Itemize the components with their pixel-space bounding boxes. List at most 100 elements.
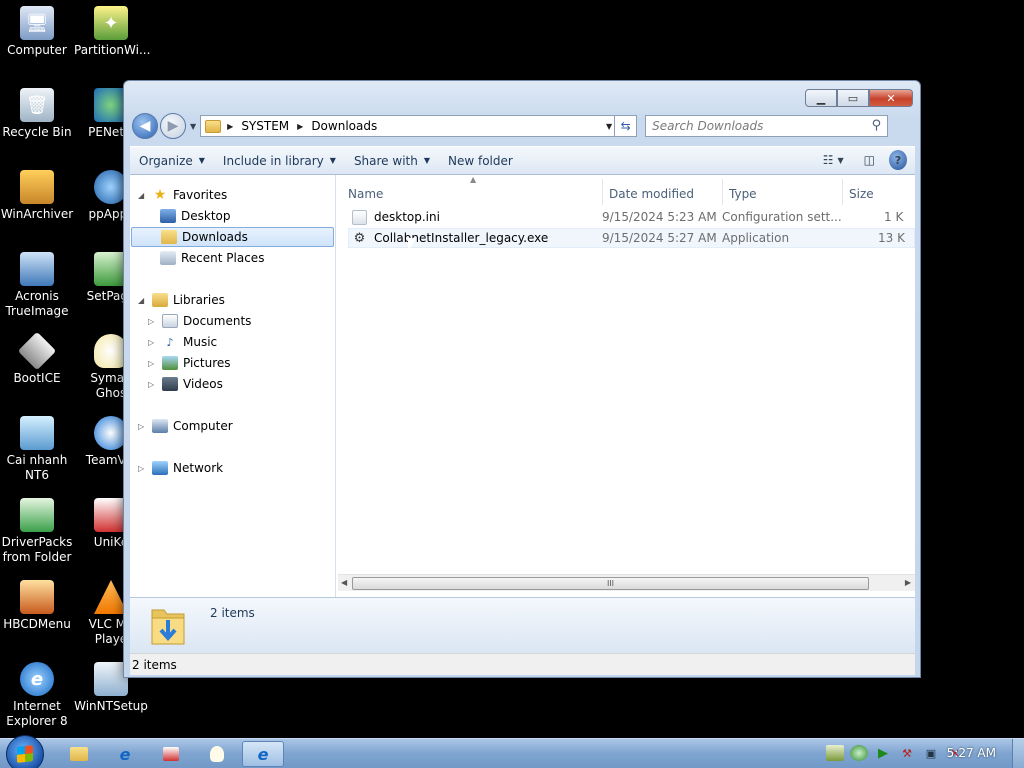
- file-row[interactable]: ⚙ CollabnetInstaller_legacy.exe 9/15/202…: [348, 228, 915, 248]
- chevron-down-icon[interactable]: ▼: [838, 150, 844, 170]
- address-dropdown-icon[interactable]: ▼: [606, 122, 612, 131]
- archive-icon: [20, 170, 54, 204]
- tray-shield-icon[interactable]: [850, 745, 868, 761]
- change-view-icon[interactable]: ☷: [823, 150, 834, 170]
- desktop-icon-label: Acronis TrueImage: [5, 289, 69, 318]
- desktop-icon-computer[interactable]: 🖥 Computer: [0, 6, 74, 58]
- file-date: 9/15/2024 5:27 AM: [602, 231, 717, 245]
- preview-pane-icon[interactable]: ◫: [864, 150, 875, 170]
- command-bar: Organize ▼ Include in library ▼ Share with…: [130, 146, 915, 175]
- desktop-icon-cai-nhanh[interactable]: Cai nhanh NT6: [0, 416, 74, 483]
- unikey-icon: [163, 747, 179, 761]
- maximize-button[interactable]: ▭: [837, 89, 869, 107]
- application-gear-icon: ⚙: [353, 230, 366, 246]
- file-list[interactable]: ▲ Name Date modified Type Size desktop.i…: [338, 175, 915, 597]
- nav-recent-places[interactable]: Recent Places: [156, 248, 264, 268]
- desktop-icon-label: HBCDMenu: [3, 617, 71, 631]
- horizontal-scrollbar[interactable]: ◀ III ▶: [338, 574, 915, 591]
- new-folder-button[interactable]: New folder: [439, 154, 522, 168]
- breadcrumb-separator-icon[interactable]: ▶: [297, 122, 303, 131]
- collapse-arrow-icon[interactable]: ▷: [148, 338, 158, 347]
- organize-button[interactable]: Organize ▼: [130, 154, 214, 168]
- collapse-arrow-icon[interactable]: ▷: [148, 317, 158, 326]
- help-icon[interactable]: ?: [889, 150, 907, 170]
- taskbar-explorer-button[interactable]: [58, 741, 100, 767]
- desktop-icon-driverpacks[interactable]: DriverPacks from Folder: [0, 498, 74, 565]
- breadcrumb-separator-icon[interactable]: ▶: [227, 122, 233, 131]
- show-desktop-button[interactable]: [1012, 739, 1024, 768]
- desktop-icon-winarchiver[interactable]: WinArchiver: [0, 170, 74, 222]
- nav-computer[interactable]: ▷ Computer: [138, 416, 233, 436]
- search-input[interactable]: [646, 116, 857, 136]
- column-header-name[interactable]: Name: [348, 183, 383, 205]
- expand-arrow-icon[interactable]: ◢: [138, 296, 148, 305]
- desktop-icon-internet-explorer[interactable]: e Internet Explorer 8: [0, 662, 74, 729]
- breadcrumb-downloads[interactable]: Downloads: [311, 119, 377, 133]
- acronis-icon: [20, 252, 54, 286]
- desktop-icon: [160, 209, 176, 223]
- installer-icon: [20, 416, 54, 450]
- system-tray: ▶ ⚒ ▣ ✕: [820, 745, 964, 761]
- desktop-icon-recycle-bin[interactable]: 🗑 Recycle Bin: [0, 88, 74, 140]
- explorer-window[interactable]: ▁ ▭ ✕ ◀ ▶ ▼ ▶ SYSTEM ▶ Downloads ▼ ⇆ ⚲ O…: [123, 80, 921, 678]
- computer-icon: [152, 419, 168, 433]
- navigation-pane[interactable]: ◢ ★ Favorites Desktop Downloads Recent P…: [130, 175, 336, 597]
- nav-network[interactable]: ▷ Network: [138, 458, 223, 478]
- column-header-date-modified[interactable]: Date modified: [609, 183, 694, 205]
- column-divider[interactable]: [842, 179, 843, 205]
- desktop-icon-hbcdmenu[interactable]: HBCDMenu: [0, 580, 74, 632]
- column-header-type[interactable]: Type: [729, 183, 757, 205]
- column-divider[interactable]: [722, 179, 723, 205]
- tray-monitor-icon[interactable]: ▣: [922, 745, 940, 761]
- nav-pictures[interactable]: ▷ Pictures: [148, 353, 231, 373]
- folder-icon: [70, 747, 88, 761]
- scrollbar-thumb[interactable]: III: [352, 577, 869, 590]
- taskbar-clock[interactable]: 5:27 AM: [947, 746, 996, 760]
- recent-places-icon: [160, 251, 176, 265]
- collapse-arrow-icon[interactable]: ▷: [138, 464, 148, 473]
- expand-arrow-icon[interactable]: ◢: [138, 191, 148, 200]
- tools-icon: [20, 580, 54, 614]
- back-button[interactable]: ◀: [132, 113, 158, 139]
- nav-videos[interactable]: ▷ Videos: [148, 374, 223, 394]
- nav-music-label: Music: [183, 335, 218, 349]
- scroll-right-icon[interactable]: ▶: [905, 578, 911, 587]
- nav-downloads-label: Downloads: [182, 230, 248, 244]
- tray-play-icon[interactable]: ▶: [874, 745, 892, 761]
- column-divider[interactable]: [602, 179, 603, 205]
- tray-network-icon[interactable]: [826, 745, 844, 761]
- collapse-arrow-icon[interactable]: ▷: [138, 422, 148, 431]
- include-in-library-button[interactable]: Include in library ▼: [214, 154, 345, 168]
- taskbar-ie-button[interactable]: e: [104, 741, 146, 767]
- forward-button[interactable]: ▶: [160, 113, 186, 139]
- minimize-button[interactable]: ▁: [805, 89, 837, 107]
- include-in-library-label: Include in library: [222, 153, 324, 168]
- taskbar-ghost-button[interactable]: [196, 741, 238, 767]
- share-with-button[interactable]: Share with ▼: [345, 154, 439, 168]
- file-row[interactable]: desktop.ini 9/15/2024 5:23 AM Configurat…: [348, 207, 915, 227]
- nav-libraries[interactable]: ◢ Libraries: [138, 290, 225, 310]
- scroll-left-icon[interactable]: ◀: [341, 578, 347, 587]
- search-box[interactable]: ⚲: [645, 115, 889, 137]
- start-button[interactable]: [6, 735, 44, 768]
- nav-favorites[interactable]: ◢ ★ Favorites: [138, 185, 227, 205]
- breadcrumb-system[interactable]: SYSTEM: [241, 119, 289, 133]
- refresh-button[interactable]: ⇆: [614, 115, 636, 137]
- collapse-arrow-icon[interactable]: ▷: [148, 359, 158, 368]
- taskbar-ie-active-button[interactable]: e: [242, 741, 284, 767]
- desktop-icon-bootice[interactable]: BootICE: [0, 331, 74, 386]
- nav-music[interactable]: ▷ ♪ Music: [148, 332, 217, 352]
- column-header-size[interactable]: Size: [849, 183, 874, 205]
- close-button[interactable]: ✕: [869, 89, 913, 107]
- address-bar[interactable]: ▶ SYSTEM ▶ Downloads ▼ ⇆: [200, 115, 638, 137]
- search-icon[interactable]: ⚲: [872, 118, 882, 133]
- nav-desktop[interactable]: Desktop: [156, 206, 231, 226]
- recent-pages-dropdown[interactable]: ▼: [190, 122, 196, 131]
- nav-documents[interactable]: ▷ Documents: [148, 311, 251, 331]
- taskbar-unikey-button[interactable]: [150, 741, 192, 767]
- collapse-arrow-icon[interactable]: ▷: [148, 380, 158, 389]
- desktop-icon-acronis[interactable]: Acronis TrueImage: [0, 252, 74, 319]
- tray-tool-icon[interactable]: ⚒: [898, 745, 916, 761]
- nav-downloads[interactable]: Downloads: [131, 227, 334, 247]
- desktop-icon-partitionwizard[interactable]: ✦ PartitionWi...: [74, 6, 150, 58]
